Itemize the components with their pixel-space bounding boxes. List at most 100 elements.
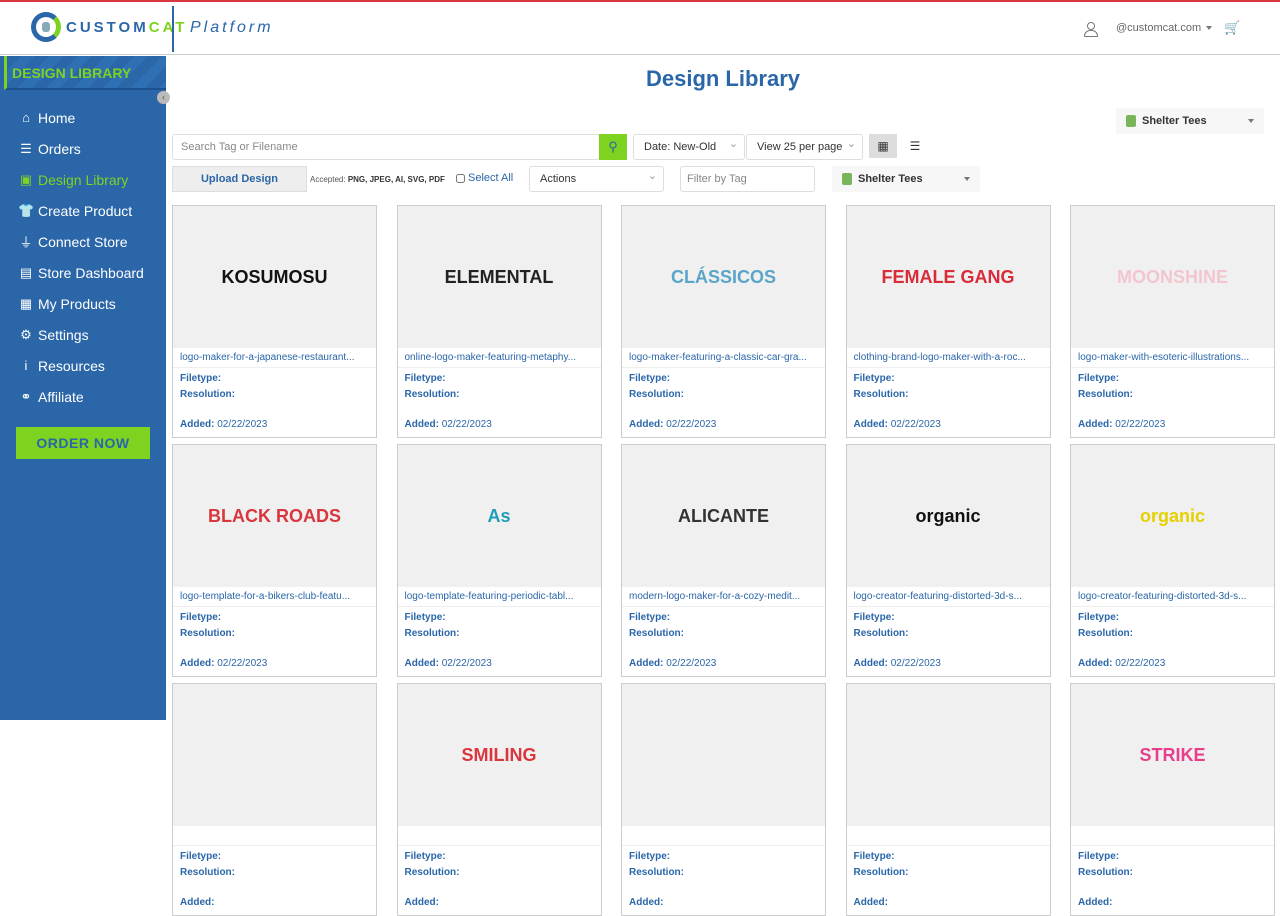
main-content: Design Library Shelter Tees Search Tag o… bbox=[166, 56, 1280, 916]
design-meta: Filetype: Resolution: bbox=[847, 607, 1050, 645]
added-date: Added: bbox=[405, 897, 439, 908]
design-card[interactable]: ELEMENTAL online-logo-maker-featuring-me… bbox=[396, 205, 602, 438]
added-date: Added: 02/22/2023 bbox=[1078, 658, 1165, 669]
design-card[interactable]: As logo-template-featuring-periodic-tabl… bbox=[396, 444, 602, 677]
sidebar-item-orders[interactable]: ☰ Orders bbox=[0, 133, 166, 164]
design-filename[interactable]: online-logo-maker-featuring-metaphy... bbox=[397, 348, 601, 368]
thumbnail-text: As bbox=[487, 505, 511, 526]
design-filename[interactable] bbox=[622, 826, 825, 846]
filter-by-tag-input[interactable]: Filter by Tag bbox=[680, 166, 815, 192]
design-card[interactable]: ALICANTE modern-logo-maker-for-a-cozy-me… bbox=[621, 444, 826, 677]
design-card[interactable]: Filetype: Resolution: Added: bbox=[172, 683, 377, 916]
search-input[interactable]: Search Tag or Filename bbox=[172, 134, 600, 160]
thumbnail-text: CLÁSSICOS bbox=[670, 266, 776, 287]
design-card[interactable]: STRIKE Filetype: Resolution: Added: bbox=[1070, 683, 1275, 916]
select-all-checkbox[interactable]: Select All bbox=[456, 172, 513, 184]
design-card[interactable]: MOONSHINE logo-maker-with-esoteric-illus… bbox=[1070, 205, 1275, 438]
design-thumbnail[interactable]: FEMALE GANG bbox=[846, 206, 1050, 348]
upload-design-button[interactable]: Upload Design bbox=[172, 166, 307, 192]
sidebar-item-create-product[interactable]: 👕 Create Product bbox=[0, 195, 166, 226]
sidebar-item-connect-store[interactable]: ⏚ Connect Store bbox=[0, 226, 166, 257]
design-thumbnail[interactable]: organic bbox=[846, 445, 1050, 587]
design-thumbnail[interactable] bbox=[622, 684, 825, 826]
sidebar-item-design-library[interactable]: ▣ Design Library bbox=[0, 164, 166, 195]
design-meta: Filetype: Resolution: bbox=[622, 368, 825, 406]
sort-select[interactable]: Date: New-Old bbox=[633, 134, 745, 160]
design-thumbnail[interactable]: ELEMENTAL bbox=[397, 206, 601, 348]
user-menu[interactable]: @customcat.com bbox=[1116, 22, 1213, 34]
added-label: Added: bbox=[629, 419, 664, 430]
list-view-button[interactable]: ☰ bbox=[901, 134, 929, 158]
design-filename[interactable]: clothing-brand-logo-maker-with-a-roc... bbox=[846, 348, 1050, 368]
design-thumbnail[interactable]: MOONSHINE bbox=[1071, 206, 1274, 348]
design-filename[interactable] bbox=[1071, 826, 1274, 846]
design-filename[interactable]: logo-template-for-a-bikers-club-featu... bbox=[173, 587, 376, 607]
resources-icon: i bbox=[24, 358, 28, 373]
design-card[interactable]: KOSUMOSU logo-maker-for-a-japanese-resta… bbox=[172, 205, 377, 438]
design-filename[interactable]: logo-template-featuring-periodic-tabl... bbox=[397, 587, 601, 607]
design-filename[interactable]: logo-creator-featuring-distorted-3d-s... bbox=[846, 587, 1050, 607]
sidebar-item-affiliate[interactable]: ⚭ Affiliate bbox=[0, 381, 166, 412]
design-card[interactable]: Filetype: Resolution: Added: bbox=[845, 683, 1051, 916]
select-all-input[interactable] bbox=[456, 173, 465, 183]
settings-icon: ⚙ bbox=[20, 326, 32, 342]
resolution-label: Resolution: bbox=[853, 867, 909, 878]
added-date: Added: bbox=[629, 897, 663, 908]
design-filename[interactable]: modern-logo-maker-for-a-cozy-medit... bbox=[622, 587, 825, 607]
sidebar-item-resources[interactable]: i Resources bbox=[0, 350, 166, 381]
design-filename[interactable]: logo-creator-featuring-distorted-3d-s... bbox=[1071, 587, 1274, 607]
sidebar-item-settings[interactable]: ⚙ Settings bbox=[0, 319, 166, 350]
design-filename[interactable]: logo-maker-featuring-a-classic-car-gra..… bbox=[622, 348, 825, 368]
design-card[interactable]: organic logo-creator-featuring-distorted… bbox=[845, 444, 1051, 677]
design-filename[interactable]: logo-maker-for-a-japanese-restaurant... bbox=[173, 348, 376, 368]
resolution-label: Resolution: bbox=[629, 867, 684, 878]
filetype-label: Filetype: bbox=[629, 851, 671, 862]
design-thumbnail[interactable]: BLACK ROADS bbox=[173, 445, 376, 587]
design-meta: Filetype: Resolution: bbox=[622, 846, 825, 884]
design-thumbnail[interactable]: ALICANTE bbox=[622, 445, 825, 587]
design-thumbnail[interactable]: SMILING bbox=[397, 684, 601, 826]
sidebar-item-my-products[interactable]: ▦ My Products bbox=[0, 288, 166, 319]
design-filename[interactable] bbox=[173, 826, 376, 846]
design-card[interactable]: CLÁSSICOS logo-maker-featuring-a-classic… bbox=[621, 205, 826, 438]
design-filename[interactable]: logo-maker-with-esoteric-illustrations..… bbox=[1071, 348, 1274, 368]
filetype-label: Filetype: bbox=[180, 373, 222, 384]
design-thumbnail[interactable]: CLÁSSICOS bbox=[622, 206, 825, 348]
actions-select[interactable]: Actions bbox=[529, 166, 664, 192]
shopify-icon bbox=[842, 173, 852, 185]
store-select-top[interactable]: Shelter Tees bbox=[1116, 108, 1264, 134]
customcat-logo[interactable]: CUSTOMCAT bbox=[31, 12, 187, 42]
per-page-select[interactable]: View 25 per page bbox=[746, 134, 863, 160]
design-card[interactable]: FEMALE GANG clothing-brand-logo-maker-wi… bbox=[845, 205, 1051, 438]
resolution-label: Resolution: bbox=[1078, 867, 1133, 878]
user-icon[interactable] bbox=[1084, 22, 1098, 37]
design-filename[interactable] bbox=[397, 826, 601, 846]
design-thumbnail[interactable] bbox=[846, 684, 1050, 826]
cart-icon[interactable]: 🛒 bbox=[1224, 20, 1240, 36]
grid-view-button[interactable]: ▦ bbox=[869, 134, 897, 158]
design-thumbnail[interactable] bbox=[173, 684, 376, 826]
design-meta: Filetype: Resolution: bbox=[847, 368, 1050, 406]
affiliate-icon: ⚭ bbox=[20, 388, 32, 404]
design-filename[interactable] bbox=[846, 826, 1050, 846]
sidebar-item-store-dashboard[interactable]: ▤ Store Dashboard bbox=[0, 257, 166, 288]
sidebar-item-label: Resources bbox=[38, 357, 105, 374]
added-value: 02/22/2023 bbox=[441, 658, 492, 669]
sidebar-item-home[interactable]: ⌂ Home bbox=[0, 102, 166, 133]
added-date: Added: 02/22/2023 bbox=[629, 658, 716, 669]
added-value: 02/22/2023 bbox=[1115, 658, 1166, 669]
filetype-label: Filetype: bbox=[1078, 373, 1120, 384]
filetype-label: Filetype: bbox=[1078, 612, 1120, 623]
store-filter-select[interactable]: Shelter Tees bbox=[832, 166, 980, 192]
design-card[interactable]: Filetype: Resolution: Added: bbox=[621, 683, 826, 916]
resolution-label: Resolution: bbox=[629, 389, 684, 400]
design-thumbnail[interactable]: organic bbox=[1071, 445, 1274, 587]
design-thumbnail[interactable]: As bbox=[397, 445, 601, 587]
design-card[interactable]: BLACK ROADS logo-template-for-a-bikers-c… bbox=[172, 444, 377, 677]
design-thumbnail[interactable]: KOSUMOSU bbox=[173, 206, 376, 348]
design-thumbnail[interactable]: STRIKE bbox=[1071, 684, 1274, 826]
design-card[interactable]: SMILING Filetype: Resolution: Added: bbox=[396, 683, 602, 916]
order-now-button[interactable]: ORDER NOW bbox=[16, 427, 150, 459]
design-card[interactable]: organic logo-creator-featuring-distorted… bbox=[1070, 444, 1275, 677]
search-button[interactable]: ⚲ bbox=[599, 134, 627, 160]
